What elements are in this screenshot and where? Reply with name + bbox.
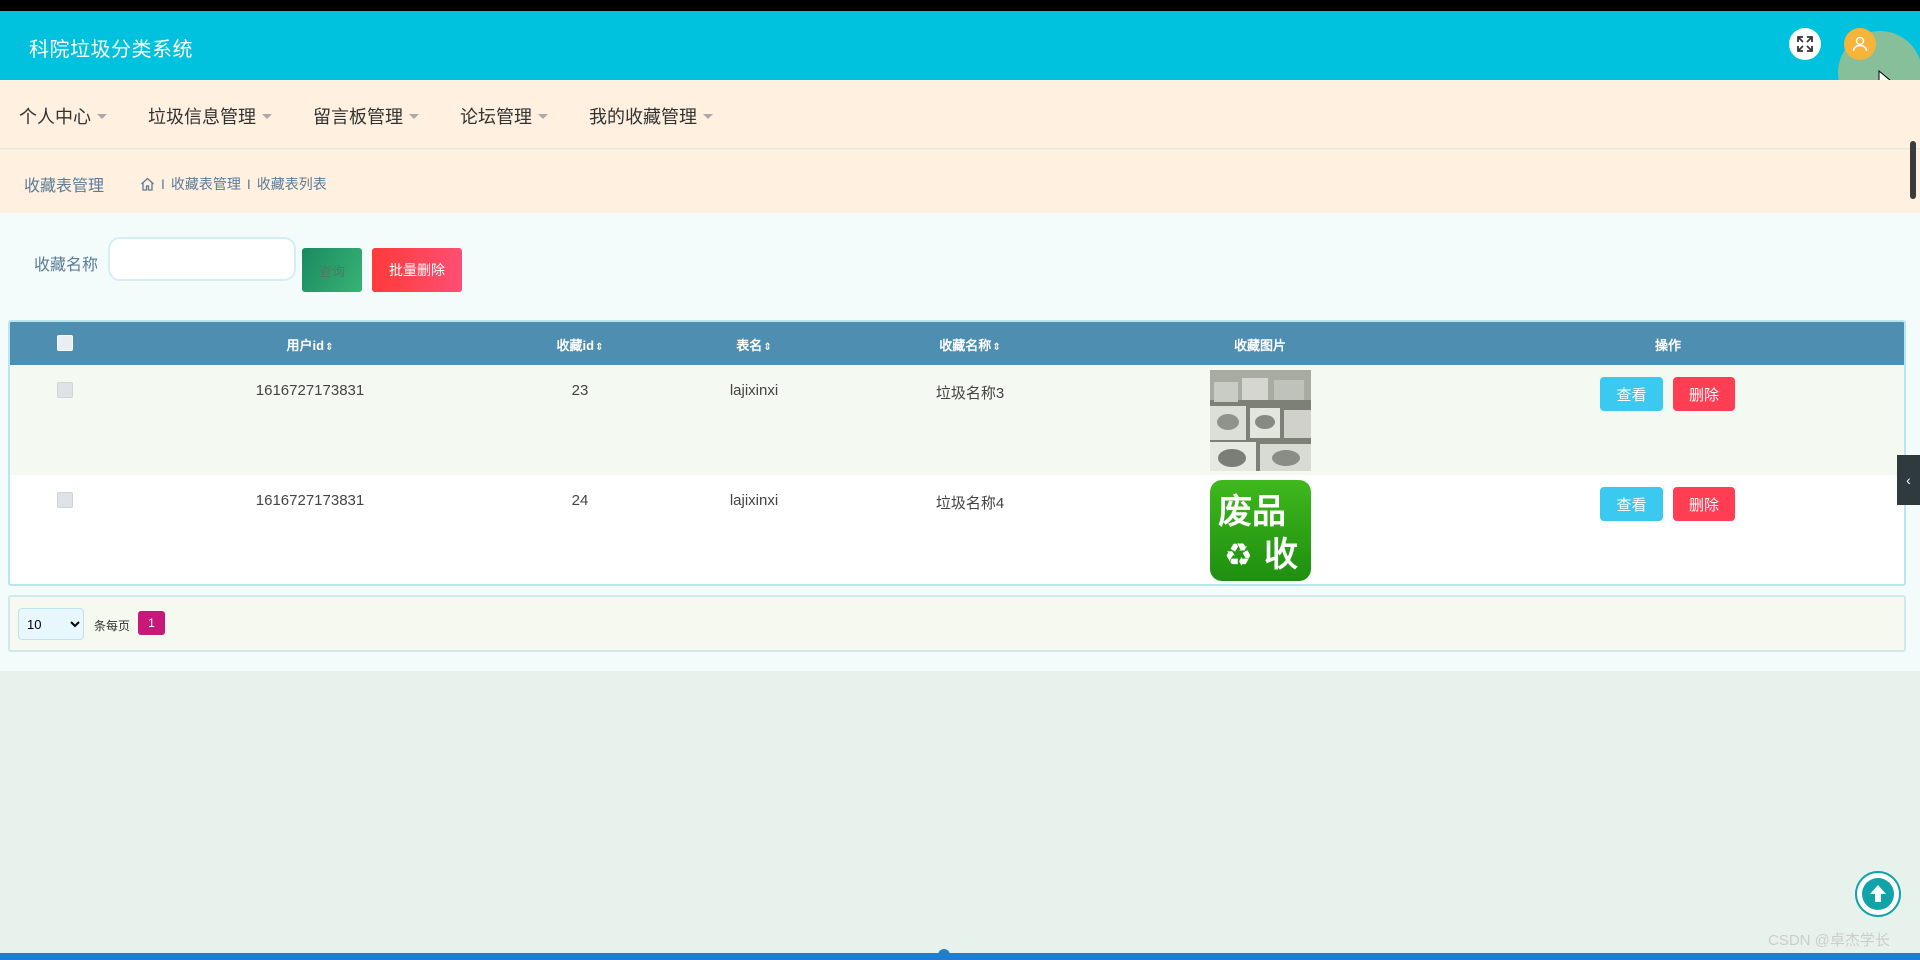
recycling-logo-image: 废品 ♻ 收: [1210, 480, 1311, 581]
nav-item-my-collections[interactable]: 我的收藏管理: [589, 103, 713, 129]
nav-item-message-board[interactable]: 留言板管理: [313, 103, 419, 129]
cell-collect-id: 23: [571, 382, 589, 399]
sort-icon: ⇕: [763, 342, 772, 353]
content-panel: 收藏名称 查询 批量删除 用户id⇕ 收藏id⇕ 表名⇕ 收藏名称⇕ 收藏图片 …: [0, 213, 1920, 671]
breadcrumb-item[interactable]: 收藏表管理: [171, 174, 241, 194]
sort-icon: ⇕: [325, 342, 334, 353]
breadcrumb-separator: I: [246, 176, 251, 192]
user-avatar-button[interactable]: [1844, 28, 1876, 60]
pagination-bar: 10 条每页 1: [8, 595, 1906, 652]
recycle-icon: ♻: [1224, 536, 1253, 574]
cell-table-name: lajixinxi: [729, 492, 779, 509]
caret-down-icon: [409, 113, 419, 119]
delete-button[interactable]: 删除: [1673, 377, 1735, 411]
caret-down-icon: [538, 113, 548, 119]
nav-item-personal-center[interactable]: 个人中心: [19, 103, 107, 129]
side-panel-toggle[interactable]: ‹: [1897, 455, 1920, 505]
watermark: CSDN @卓杰学长: [1768, 932, 1890, 949]
column-header-userid[interactable]: 用户id⇕: [287, 335, 334, 354]
column-header-collect-name[interactable]: 收藏名称⇕: [939, 335, 1000, 354]
nav-item-forum[interactable]: 论坛管理: [460, 103, 548, 129]
main-nav: 个人中心 垃圾信息管理 留言板管理 论坛管理 我的收藏管理: [0, 80, 1920, 149]
batch-delete-button[interactable]: 批量删除: [372, 248, 462, 292]
cell-collect-name: 垃圾名称4: [935, 495, 1005, 512]
nav-item-label: 论坛管理: [460, 107, 532, 127]
table-header: 用户id⇕ 收藏id⇕ 表名⇕ 收藏名称⇕ 收藏图片 操作: [10, 322, 1904, 365]
breadcrumb-separator: I: [161, 176, 165, 192]
nav-item-garbage-info[interactable]: 垃圾信息管理: [148, 103, 272, 129]
page-size-select[interactable]: 10: [18, 608, 84, 640]
per-page-label: 条每页: [94, 619, 131, 633]
view-button[interactable]: 查看: [1600, 487, 1663, 521]
nav-item-label: 垃圾信息管理: [148, 107, 256, 127]
column-header-label: 用户id: [286, 338, 325, 353]
search-label: 收藏名称: [34, 257, 99, 274]
table-row: 1616727173831 24 lajixinxi 垃圾名称4 废品 ♻ 收 …: [10, 475, 1904, 584]
sort-icon: ⇕: [595, 342, 604, 353]
expand-icon: [1797, 36, 1813, 52]
cell-userid: 1616727173831: [255, 382, 365, 399]
chevron-left-icon: ‹: [1906, 472, 1911, 488]
caret-down-icon: [703, 113, 713, 119]
cell-collect-name: 垃圾名称3: [935, 385, 1005, 402]
column-header-collect-id[interactable]: 收藏id⇕: [557, 335, 604, 354]
column-header-label: 收藏id: [556, 338, 595, 353]
video-progress-bar[interactable]: [0, 953, 1920, 960]
page-title: 收藏表管理: [24, 178, 105, 195]
query-button[interactable]: 查询: [302, 248, 362, 292]
app-window: 科院垃圾分类系统 个人中心 垃圾信息管理 留言板管理 论坛管理 我的收藏管理 收…: [0, 11, 1920, 953]
nav-item-label: 个人中心: [19, 107, 91, 127]
row-checkbox[interactable]: [57, 382, 73, 398]
select-all-checkbox[interactable]: [57, 335, 73, 351]
page-number-button[interactable]: 1: [138, 611, 165, 635]
cell-table-name: lajixinxi: [729, 382, 779, 399]
column-header-actions: 操作: [1654, 338, 1682, 353]
back-to-top-button[interactable]: [1855, 871, 1901, 917]
home-icon[interactable]: [140, 177, 155, 191]
column-header-label: 收藏名称: [939, 338, 992, 353]
collect-name-search-input[interactable]: [108, 237, 296, 281]
user-icon: [1852, 36, 1868, 52]
caret-down-icon: [97, 113, 107, 119]
column-header-table-name[interactable]: 表名⇕: [736, 335, 771, 354]
top-header: 科院垃圾分类系统: [0, 11, 1920, 115]
cell-collect-id: 24: [571, 492, 589, 509]
screen: 科院垃圾分类系统 个人中心 垃圾信息管理 留言板管理 论坛管理 我的收藏管理 收…: [0, 0, 1920, 960]
washing-machines-photo: [1210, 370, 1311, 471]
scrollbar-thumb[interactable]: [1910, 141, 1916, 199]
logo-text-bottom: 收: [1264, 535, 1298, 575]
breadcrumb: I 收藏表管理 I 收藏表列表: [140, 174, 327, 194]
caret-down-icon: [262, 113, 272, 119]
nav-item-label: 留言板管理: [313, 107, 403, 127]
column-header-label: 表名: [736, 338, 763, 353]
table-row: 1616727173831 23 lajixinxi 垃圾名称3 查看 删除: [10, 365, 1904, 475]
nav-item-label: 我的收藏管理: [589, 107, 697, 127]
collect-image-thumbnail: [1210, 370, 1311, 471]
column-header-collect-image: 收藏图片: [1233, 338, 1287, 353]
app-title: 科院垃圾分类系统: [29, 39, 193, 61]
fullscreen-button[interactable]: [1789, 28, 1821, 60]
view-button[interactable]: 查看: [1600, 377, 1663, 411]
sort-icon: ⇕: [992, 342, 1001, 353]
arrow-up-icon: [1862, 878, 1894, 910]
delete-button[interactable]: 删除: [1673, 487, 1735, 521]
cell-userid: 1616727173831: [255, 492, 365, 509]
breadcrumb-bar: 收藏表管理 I 收藏表管理 I 收藏表列表: [0, 150, 1920, 213]
breadcrumb-item: 收藏表列表: [256, 176, 327, 192]
logo-text-top: 废品: [1218, 492, 1286, 532]
progress-handle[interactable]: [938, 949, 950, 960]
collections-table: 用户id⇕ 收藏id⇕ 表名⇕ 收藏名称⇕ 收藏图片 操作 1616727173…: [8, 320, 1906, 586]
collect-image-thumbnail: 废品 ♻ 收: [1210, 480, 1311, 581]
row-checkbox[interactable]: [57, 492, 73, 508]
